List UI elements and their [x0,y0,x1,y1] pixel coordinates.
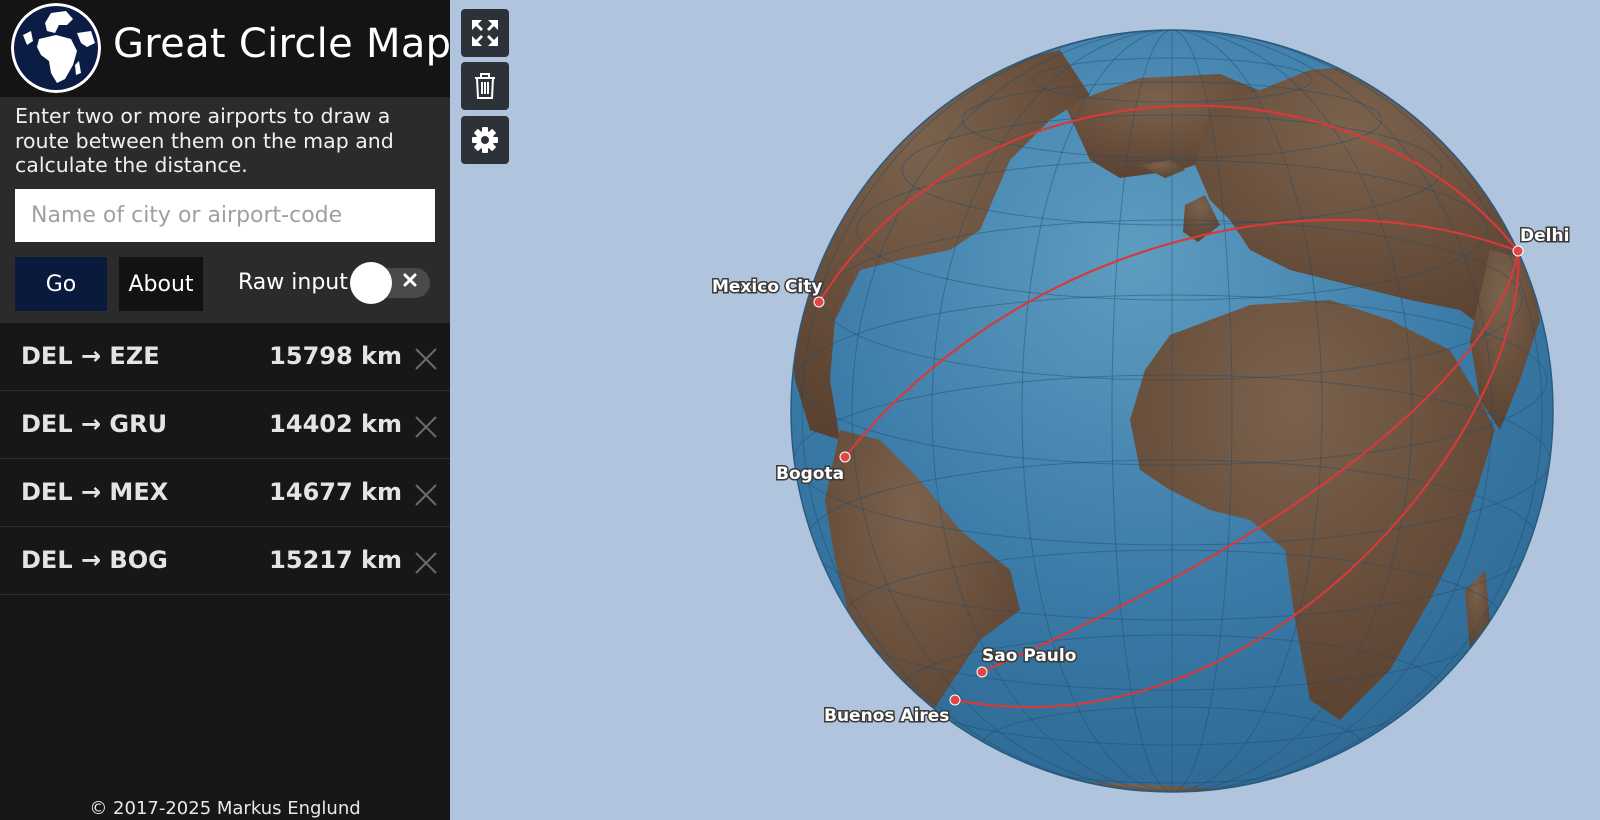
route-item[interactable]: DEL → GRU 14402 km [0,391,450,459]
city-label-bogota: Bogota [776,464,844,484]
route-distance: 14402 km [269,410,402,438]
route-name: DEL → MEX [21,478,169,506]
globe-logo-icon [11,3,101,93]
route-list: DEL → EZE 15798 km DEL → GRU 14402 km DE… [0,323,450,595]
copyright-text: © 2017-2025 Markus Englund [89,798,361,819]
app-title: Great Circle Map [113,21,452,67]
city-label-delhi: Delhi [1520,226,1569,246]
trash-icon [475,73,495,99]
intro-text: Enter two or more airports to draw a rou… [15,104,394,178]
clear-button[interactable] [461,62,509,110]
toggle-knob [350,262,392,304]
route-name: DEL → GRU [21,410,168,438]
route-input-panel: Enter two or more airports to draw a rou… [0,97,450,323]
route-distance: 15217 km [269,546,402,574]
raw-input-label: Raw input [238,270,348,295]
route-item[interactable]: DEL → MEX 14677 km [0,459,450,527]
remove-route-icon[interactable] [414,415,438,439]
city-label-mexico-city: Mexico City [712,277,822,297]
route-item[interactable]: DEL → BOG 15217 km [0,527,450,595]
marker-sao-paulo [976,666,988,678]
marker-bogota [839,451,851,463]
remove-route-icon[interactable] [414,347,438,371]
city-label-buenos-aires: Buenos Aires [824,706,949,726]
marker-buenos-aires [949,694,961,706]
remove-route-icon[interactable] [414,483,438,507]
airport-search-input[interactable] [15,189,435,242]
expand-icon [472,20,498,46]
sidebar: Great Circle Map Enter two or more airpo… [0,0,452,820]
fullscreen-button[interactable] [461,9,509,57]
route-item[interactable]: DEL → EZE 15798 km [0,323,450,391]
route-distance: 15798 km [269,342,402,370]
marker-mexico-city [813,296,825,308]
globe-map[interactable]: Mexico City Bogota Sao Paulo Buenos Aire… [450,0,1600,820]
remove-route-icon[interactable] [414,551,438,575]
go-button[interactable]: Go [15,257,107,311]
about-button[interactable]: About [119,257,203,311]
city-label-sao-paulo: Sao Paulo [982,646,1076,666]
route-name: DEL → BOG [21,546,168,574]
close-icon [403,273,417,287]
globe [790,29,1554,793]
marker-delhi [1512,245,1524,257]
route-distance: 14677 km [269,478,402,506]
app-header: Great Circle Map [0,0,452,97]
route-name: DEL → EZE [21,342,160,370]
gear-icon [472,127,498,153]
settings-button[interactable] [461,116,509,164]
